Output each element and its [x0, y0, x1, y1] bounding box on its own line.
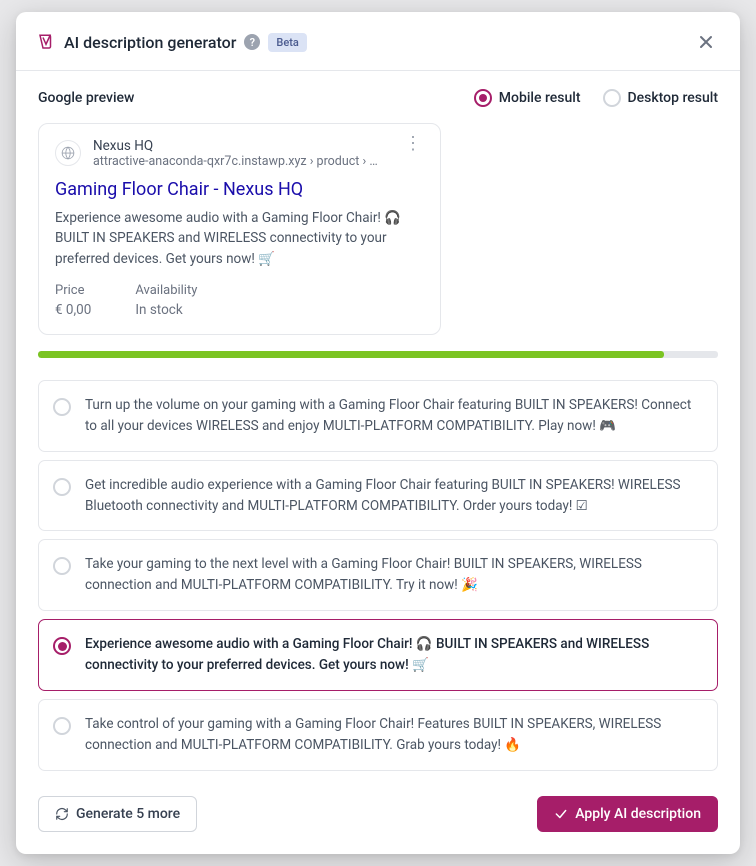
description-option[interactable]: Take your gaming to the next level with …: [38, 539, 718, 611]
close-button[interactable]: [692, 28, 720, 56]
apply-description-label: Apply AI description: [575, 806, 701, 822]
radio-icon: [53, 478, 71, 496]
modal-footer: Generate 5 more Apply AI description: [16, 780, 740, 854]
option-text: Experience awesome audio with a Gaming F…: [85, 634, 701, 676]
option-text: Turn up the volume on your gaming with a…: [85, 395, 701, 437]
availability-label: Availability: [135, 283, 197, 298]
check-icon: [554, 807, 568, 821]
radio-icon: [53, 717, 71, 735]
beta-badge: Beta: [268, 33, 306, 52]
mobile-result-radio[interactable]: Mobile result: [474, 89, 581, 107]
option-text: Take control of your gaming with a Gamin…: [85, 714, 701, 756]
generate-more-button[interactable]: Generate 5 more: [38, 796, 197, 832]
refresh-icon: [55, 807, 69, 821]
description-option[interactable]: Experience awesome audio with a Gaming F…: [38, 619, 718, 691]
preview-site-meta: Nexus HQ attractive-anaconda-qxr7c.insta…: [93, 138, 390, 169]
preview-availability-col: Availability In stock: [135, 283, 197, 318]
modal-body: Google preview Mobile result Desktop res…: [16, 71, 740, 780]
preview-label: Google preview: [38, 90, 134, 106]
mobile-result-label: Mobile result: [499, 90, 581, 106]
price-label: Price: [55, 283, 91, 298]
yoast-logo-icon: [36, 32, 56, 52]
modal-header: AI description generator ? Beta: [16, 12, 740, 71]
preview-site-row: Nexus HQ attractive-anaconda-qxr7c.insta…: [55, 138, 424, 169]
more-icon[interactable]: ⋮: [402, 138, 424, 150]
preview-url: attractive-anaconda-qxr7c.instawp.xyz › …: [93, 154, 383, 169]
radio-icon: [53, 557, 71, 575]
option-text: Get incredible audio experience with a G…: [85, 475, 701, 517]
seo-score-bar: [38, 351, 718, 358]
description-options: Turn up the volume on your gaming with a…: [38, 380, 718, 771]
preview-details: Price € 0,00 Availability In stock: [55, 283, 424, 318]
result-type-toggle: Mobile result Desktop result: [474, 89, 718, 107]
google-preview-card: Nexus HQ attractive-anaconda-qxr7c.insta…: [38, 123, 441, 335]
modal-title: AI description generator: [64, 33, 236, 52]
seo-score-fill: [38, 351, 664, 358]
favicon-icon: [55, 140, 81, 166]
preview-header-row: Google preview Mobile result Desktop res…: [38, 89, 718, 107]
radio-icon: [53, 637, 71, 655]
apply-description-button[interactable]: Apply AI description: [537, 796, 718, 832]
desktop-result-label: Desktop result: [628, 90, 718, 106]
ai-description-modal: AI description generator ? Beta Google p…: [16, 12, 740, 854]
preview-site-name: Nexus HQ: [93, 138, 390, 154]
preview-title: Gaming Floor Chair - Nexus HQ: [55, 179, 424, 200]
desktop-result-radio[interactable]: Desktop result: [603, 89, 718, 107]
preview-description: Experience awesome audio with a Gaming F…: [55, 208, 424, 269]
radio-icon: [474, 89, 492, 107]
description-option[interactable]: Get incredible audio experience with a G…: [38, 460, 718, 532]
description-option[interactable]: Take control of your gaming with a Gamin…: [38, 699, 718, 771]
preview-price-col: Price € 0,00: [55, 283, 91, 318]
generate-more-label: Generate 5 more: [76, 806, 180, 822]
option-text: Take your gaming to the next level with …: [85, 554, 701, 596]
description-option[interactable]: Turn up the volume on your gaming with a…: [38, 380, 718, 452]
help-icon[interactable]: ?: [244, 34, 260, 50]
radio-icon: [53, 398, 71, 416]
price-value: € 0,00: [55, 302, 91, 318]
radio-icon: [603, 89, 621, 107]
availability-value: In stock: [135, 302, 197, 318]
